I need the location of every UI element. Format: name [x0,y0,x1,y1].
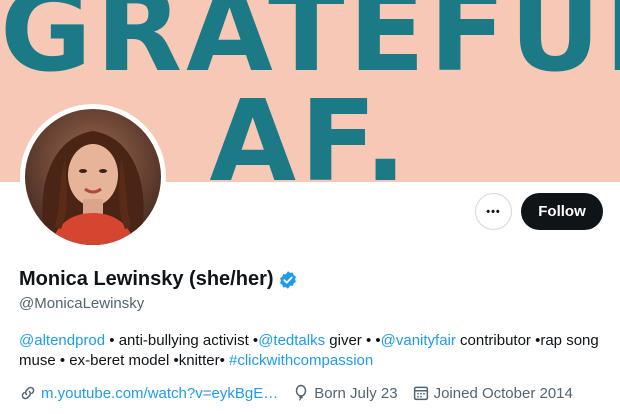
user-handle: @MonicaLewinsky [19,295,145,312]
avatar-photo [25,109,161,245]
meta-website[interactable]: m.youtube.com/watch?v=eykBgE… [19,384,278,402]
bio-hashtag-clickwithcompassion[interactable]: #clickwithcompassion [229,352,373,369]
website-link[interactable]: m.youtube.com/watch?v=eykBgE… [41,385,278,402]
bio-mention-tedtalks[interactable]: @tedtalks [258,332,325,349]
joined-text: Joined October 2014 [433,384,573,402]
banner-text-line1: GRATEFUL [0,0,620,97]
meta-birthday: Born July 23 [292,384,398,402]
display-name: Monica Lewinsky (she/her) [19,268,274,290]
balloon-icon [295,384,307,401]
verified-badge-icon [278,270,298,290]
profile-meta: m.youtube.com/watch?v=eykBgE… Born July … [19,384,587,402]
follow-button[interactable]: Follow [521,193,603,230]
bio-text: giver • • [325,332,381,349]
profile-name-row: Monica Lewinsky (she/her) [19,268,298,291]
meta-joined: Joined October 2014 [412,384,573,402]
more-options-button[interactable]: ••• [475,193,512,230]
avatar[interactable] [20,104,166,250]
more-icon: ••• [486,205,501,218]
bio-text: • anti-bullying activist • [105,332,259,349]
birthday-text: Born July 23 [314,384,398,402]
bio-mention-altendprod[interactable]: @altendprod [19,332,105,349]
bio-mention-vanityfair[interactable]: @vanityfair [381,332,456,349]
calendar-icon [413,386,428,401]
profile-bio: @altendprod • anti-bullying activist •@t… [19,331,604,371]
link-icon [21,386,35,400]
